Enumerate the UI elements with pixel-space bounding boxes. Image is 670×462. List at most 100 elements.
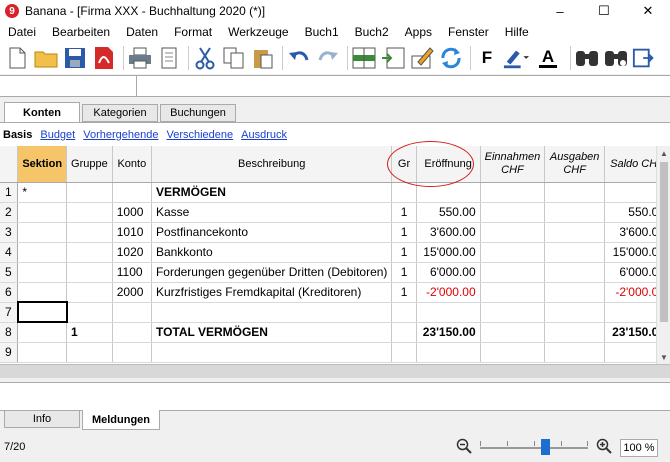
print-icon[interactable] — [127, 45, 153, 71]
cell-beschreibung[interactable]: TOTAL VERMÖGEN — [151, 322, 393, 343]
menu-fenster[interactable]: Fenster — [440, 22, 497, 42]
cell-gruppe[interactable] — [66, 282, 113, 303]
cell-konto[interactable]: 1100 — [112, 262, 152, 283]
cell-einnahmen[interactable] — [480, 342, 546, 363]
view-verschiedene[interactable]: Verschiedene — [166, 129, 233, 141]
cell-sektion[interactable] — [17, 322, 68, 343]
cell-eroeffnung[interactable]: -2'000.00 — [416, 282, 481, 303]
header-konto[interactable]: Konto — [112, 146, 152, 183]
menu-werkzeuge[interactable]: Werkzeuge — [220, 22, 296, 42]
cell-sektion[interactable] — [17, 342, 68, 363]
row-number[interactable]: 5 — [0, 262, 19, 283]
cell-gruppe[interactable] — [66, 222, 113, 243]
menu-buch2[interactable]: Buch2 — [347, 22, 397, 42]
cell-gr[interactable] — [391, 322, 417, 343]
save-icon[interactable] — [62, 45, 88, 71]
edit-icon[interactable] — [409, 45, 435, 71]
cell-konto[interactable]: 2000 — [112, 282, 152, 303]
scroll-up-icon[interactable]: ▲ — [657, 146, 670, 160]
cell-einnahmen[interactable] — [480, 242, 546, 263]
cell-konto[interactable] — [112, 342, 152, 363]
cell-einnahmen[interactable] — [480, 182, 546, 203]
tab-konten[interactable]: Konten — [4, 102, 80, 123]
pdf-icon[interactable] — [91, 45, 117, 71]
scroll-down-icon[interactable]: ▼ — [657, 350, 670, 364]
paste-icon[interactable] — [250, 45, 276, 71]
undo-icon[interactable] — [286, 45, 312, 71]
insert-row-icon[interactable] — [351, 45, 377, 71]
header-ausgaben[interactable]: Ausgaben CHF — [544, 146, 606, 183]
cell-einnahmen[interactable] — [480, 282, 546, 303]
font-color-icon[interactable]: A — [532, 45, 564, 71]
cell-eroeffnung[interactable] — [416, 302, 481, 323]
cell-beschreibung[interactable] — [151, 342, 393, 363]
header-beschreibung[interactable]: Beschreibung — [151, 146, 393, 183]
cell-sektion[interactable]: * — [17, 182, 68, 203]
cell-address-box[interactable] — [0, 76, 137, 96]
cell-ausgaben[interactable] — [544, 282, 606, 303]
cell-ausgaben[interactable] — [544, 262, 606, 283]
scroll-thumb[interactable] — [660, 162, 668, 322]
cell-eroeffnung[interactable]: 6'000.00 — [416, 262, 481, 283]
recheck-icon[interactable] — [438, 45, 464, 71]
cell-einnahmen[interactable] — [480, 222, 546, 243]
cell-beschreibung[interactable] — [151, 302, 393, 323]
cell-sektion[interactable] — [17, 262, 68, 283]
close-button[interactable]: ✕ — [626, 0, 670, 22]
cell-gr[interactable]: 1 — [391, 222, 417, 243]
cell-eroeffnung[interactable]: 550.00 — [416, 202, 481, 223]
cell-ausgaben[interactable] — [544, 202, 606, 223]
export-icon[interactable] — [632, 45, 658, 71]
menu-apps[interactable]: Apps — [397, 22, 440, 42]
cell-gruppe[interactable] — [66, 262, 113, 283]
cell-eroeffnung[interactable] — [416, 342, 481, 363]
cut-icon[interactable] — [192, 45, 218, 71]
tab-kategorien[interactable]: Kategorien — [82, 104, 158, 122]
highlight-icon[interactable] — [503, 45, 529, 71]
maximize-button[interactable]: ☐ — [582, 0, 626, 22]
cell-gruppe[interactable] — [66, 182, 113, 203]
cell-gruppe[interactable]: 1 — [66, 322, 113, 343]
cell-beschreibung[interactable]: Postfinancekonto — [151, 222, 393, 243]
vertical-scrollbar[interactable]: ▲ ▼ — [656, 146, 670, 364]
header-sektion[interactable]: Sektion — [17, 146, 68, 183]
minimize-button[interactable]: – — [538, 0, 582, 22]
cell-sektion[interactable] — [17, 282, 68, 303]
new-file-icon[interactable] — [4, 45, 30, 71]
cell-gr[interactable] — [391, 302, 417, 323]
tab-meldungen[interactable]: Meldungen — [82, 410, 160, 430]
cell-sektion-selected[interactable] — [16, 301, 68, 323]
cell-ausgaben[interactable] — [544, 342, 606, 363]
bold-icon[interactable]: F — [474, 45, 500, 71]
zoom-slider[interactable] — [480, 438, 588, 455]
row-number[interactable]: 2 — [0, 202, 19, 223]
add-row-icon[interactable] — [380, 45, 406, 71]
cell-beschreibung[interactable]: VERMÖGEN — [151, 182, 393, 203]
zoom-in-icon[interactable] — [596, 438, 612, 457]
menu-bearbeiten[interactable]: Bearbeiten — [44, 22, 118, 42]
cell-einnahmen[interactable] — [480, 322, 546, 343]
header-gruppe[interactable]: Gruppe — [66, 146, 113, 183]
cell-konto[interactable]: 1010 — [112, 222, 152, 243]
row-number[interactable]: 7 — [0, 302, 19, 323]
cell-konto[interactable]: 1000 — [112, 202, 152, 223]
view-budget[interactable]: Budget — [40, 129, 75, 141]
menu-format[interactable]: Format — [166, 22, 220, 42]
cell-konto[interactable] — [112, 182, 152, 203]
redo-icon[interactable] — [315, 45, 341, 71]
cell-sektion[interactable] — [17, 202, 68, 223]
row-number[interactable]: 9 — [0, 342, 19, 363]
menu-buch1[interactable]: Buch1 — [297, 22, 347, 42]
cell-ausgaben[interactable] — [544, 302, 606, 323]
cell-ausgaben[interactable] — [544, 242, 606, 263]
tab-info[interactable]: Info — [4, 410, 80, 428]
row-number[interactable]: 3 — [0, 222, 19, 243]
cell-gruppe[interactable] — [66, 202, 113, 223]
search-icon[interactable] — [603, 45, 629, 71]
cell-ausgaben[interactable] — [544, 182, 606, 203]
view-basis[interactable]: Basis — [3, 129, 32, 141]
cell-gr[interactable]: 1 — [391, 242, 417, 263]
cell-gruppe[interactable] — [66, 242, 113, 263]
cell-sektion[interactable] — [17, 222, 68, 243]
cell-gr[interactable] — [391, 342, 417, 363]
